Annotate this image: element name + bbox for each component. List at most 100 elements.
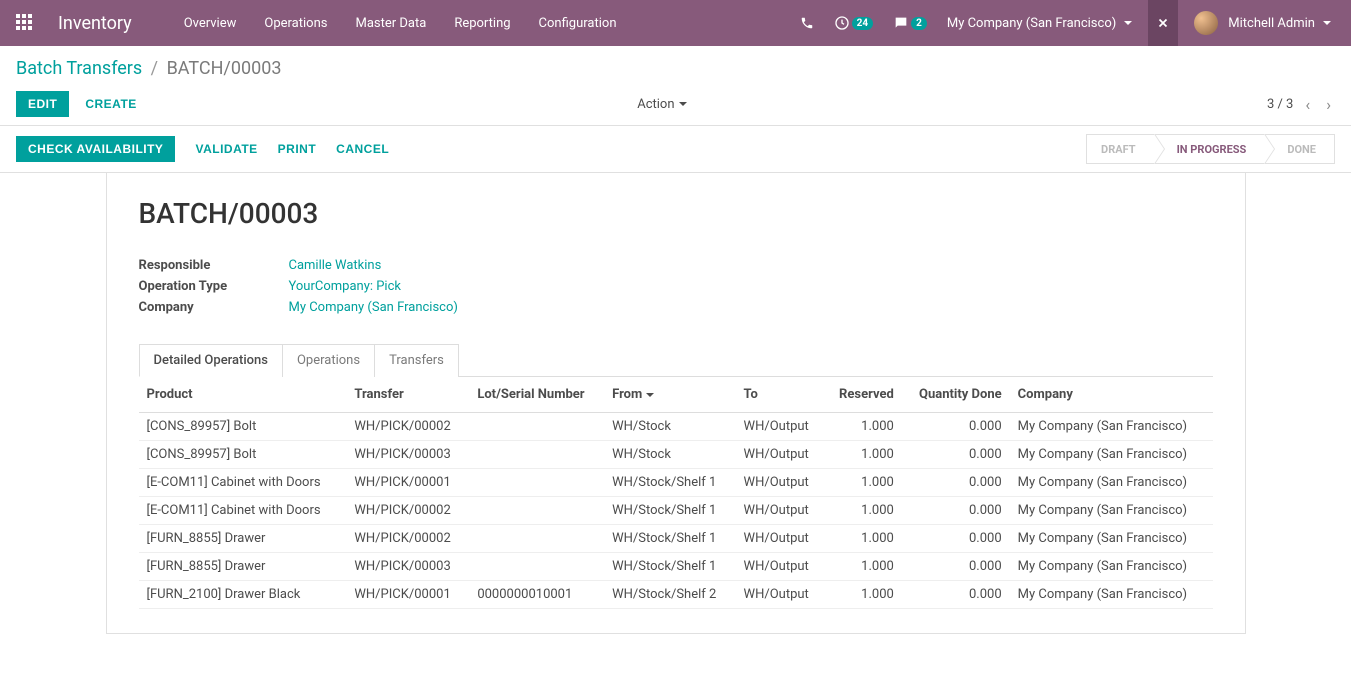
table-row[interactable]: [CONS_89957] BoltWH/PICK/00003WH/StockWH… bbox=[139, 441, 1213, 469]
debug-button[interactable] bbox=[1148, 0, 1178, 46]
cell-transfer: WH/PICK/00002 bbox=[346, 525, 469, 553]
th-product[interactable]: Product bbox=[139, 377, 347, 413]
cell-reserved: 1.000 bbox=[824, 413, 901, 441]
cell-company: My Company (San Francisco) bbox=[1010, 469, 1213, 497]
breadcrumb: Batch Transfers / BATCH/00003 bbox=[16, 58, 1335, 79]
user-name: Mitchell Admin bbox=[1228, 16, 1315, 31]
responsible-value[interactable]: Camille Watkins bbox=[289, 258, 382, 273]
cell-lot: 0000000010001 bbox=[469, 581, 604, 609]
cell-to: WH/Output bbox=[736, 441, 825, 469]
messages-button[interactable]: 2 bbox=[889, 11, 931, 35]
pager-next[interactable]: › bbox=[1322, 95, 1335, 114]
create-button[interactable]: CREATE bbox=[85, 97, 136, 111]
tab-detailed-operations[interactable]: Detailed Operations bbox=[139, 344, 283, 377]
check-availability-button[interactable]: CHECK AVAILABILITY bbox=[16, 136, 175, 162]
validate-button[interactable]: VALIDATE bbox=[195, 142, 257, 156]
clock-icon bbox=[834, 15, 850, 31]
th-qty-done[interactable]: Quantity Done bbox=[902, 377, 1010, 413]
activities-badge: 24 bbox=[852, 17, 873, 30]
table-row[interactable]: [CONS_89957] BoltWH/PICK/00002WH/StockWH… bbox=[139, 413, 1213, 441]
cell-to: WH/Output bbox=[736, 497, 825, 525]
th-reserved[interactable]: Reserved bbox=[824, 377, 901, 413]
cell-product: [E-COM11] Cabinet with Doors bbox=[139, 497, 347, 525]
messages-badge: 2 bbox=[911, 17, 927, 30]
activities-button[interactable]: 24 bbox=[830, 11, 877, 35]
menu-overview[interactable]: Overview bbox=[172, 10, 249, 37]
tab-transfers[interactable]: Transfers bbox=[374, 344, 459, 377]
th-lot[interactable]: Lot/Serial Number bbox=[469, 377, 604, 413]
cell-transfer: WH/PICK/00003 bbox=[346, 441, 469, 469]
action-label: Action bbox=[637, 97, 674, 112]
cell-qty: 0.000 bbox=[902, 413, 1010, 441]
cell-reserved: 1.000 bbox=[824, 441, 901, 469]
responsible-label: Responsible bbox=[139, 258, 289, 273]
cell-product: [FURN_8855] Drawer bbox=[139, 525, 347, 553]
cell-lot bbox=[469, 413, 604, 441]
breadcrumb-parent[interactable]: Batch Transfers bbox=[16, 58, 142, 79]
th-transfer[interactable]: Transfer bbox=[346, 377, 469, 413]
cell-company: My Company (San Francisco) bbox=[1010, 413, 1213, 441]
status-in-progress[interactable]: IN PROGRESS bbox=[1154, 134, 1265, 164]
pager-prev[interactable]: ‹ bbox=[1301, 95, 1314, 114]
user-menu[interactable]: Mitchell Admin bbox=[1190, 7, 1335, 39]
table-row[interactable]: [E-COM11] Cabinet with DoorsWH/PICK/0000… bbox=[139, 469, 1213, 497]
cell-product: [E-COM11] Cabinet with Doors bbox=[139, 469, 347, 497]
tab-operations[interactable]: Operations bbox=[282, 344, 375, 377]
cell-from: WH/Stock/Shelf 1 bbox=[604, 469, 735, 497]
action-dropdown[interactable]: Action bbox=[637, 97, 686, 112]
avatar bbox=[1194, 11, 1218, 35]
edit-button[interactable]: EDIT bbox=[16, 91, 69, 117]
cell-to: WH/Output bbox=[736, 413, 825, 441]
cell-qty: 0.000 bbox=[902, 581, 1010, 609]
company-label: Company bbox=[139, 300, 289, 315]
cell-product: [CONS_89957] Bolt bbox=[139, 413, 347, 441]
record-title: BATCH/00003 bbox=[139, 197, 1213, 230]
status-bar: CHECK AVAILABILITY VALIDATE PRINT CANCEL… bbox=[0, 126, 1351, 173]
cell-qty: 0.000 bbox=[902, 497, 1010, 525]
cell-product: [FURN_8855] Drawer bbox=[139, 553, 347, 581]
cell-reserved: 1.000 bbox=[824, 525, 901, 553]
cell-lot bbox=[469, 525, 604, 553]
cell-reserved: 1.000 bbox=[824, 497, 901, 525]
cell-product: [FURN_2100] Drawer Black bbox=[139, 581, 347, 609]
table-row[interactable]: [FURN_8855] DrawerWH/PICK/00002WH/Stock/… bbox=[139, 525, 1213, 553]
chat-icon bbox=[893, 15, 909, 31]
cell-to: WH/Output bbox=[736, 525, 825, 553]
form-sheet: BATCH/00003 Responsible Camille Watkins … bbox=[106, 172, 1246, 634]
table-row[interactable]: [E-COM11] Cabinet with DoorsWH/PICK/0000… bbox=[139, 497, 1213, 525]
cell-from: WH/Stock bbox=[604, 441, 735, 469]
cell-qty: 0.000 bbox=[902, 469, 1010, 497]
menu-master-data[interactable]: Master Data bbox=[343, 10, 438, 37]
table-row[interactable]: [FURN_2100] Drawer BlackWH/PICK/00001000… bbox=[139, 581, 1213, 609]
menu-configuration[interactable]: Configuration bbox=[527, 10, 629, 37]
status-draft[interactable]: DRAFT bbox=[1086, 134, 1154, 164]
cell-qty: 0.000 bbox=[902, 553, 1010, 581]
app-brand[interactable]: Inventory bbox=[58, 13, 132, 34]
cancel-button[interactable]: CANCEL bbox=[336, 142, 389, 156]
navbar-right: 24 2 My Company (San Francisco) Mitchell… bbox=[796, 0, 1335, 46]
company-value[interactable]: My Company (San Francisco) bbox=[289, 300, 458, 315]
company-switcher[interactable]: My Company (San Francisco) bbox=[943, 12, 1136, 35]
main-menu: Overview Operations Master Data Reportin… bbox=[172, 10, 629, 37]
th-company[interactable]: Company bbox=[1010, 377, 1213, 413]
print-button[interactable]: PRINT bbox=[278, 142, 317, 156]
company-name: My Company (San Francisco) bbox=[947, 16, 1116, 31]
cell-to: WH/Output bbox=[736, 581, 825, 609]
th-from[interactable]: From bbox=[604, 377, 735, 413]
phone-button[interactable] bbox=[796, 12, 818, 34]
cell-transfer: WH/PICK/00003 bbox=[346, 553, 469, 581]
table-row[interactable]: [FURN_8855] DrawerWH/PICK/00003 WH/Stock/… bbox=[139, 553, 1213, 581]
cell-from: WH/Stock/Shelf 1 bbox=[604, 553, 735, 581]
breadcrumb-sep: / bbox=[151, 58, 158, 79]
cell-reserved: 1.000 bbox=[824, 581, 901, 609]
status-steps: DRAFT IN PROGRESS DONE bbox=[1086, 134, 1335, 164]
apps-icon[interactable] bbox=[16, 14, 34, 32]
operation-type-value[interactable]: YourCompany: Pick bbox=[289, 279, 402, 294]
cell-lot bbox=[469, 441, 604, 469]
cell-from: WH/Stock/Shelf 1 bbox=[604, 497, 735, 525]
breadcrumb-current: BATCH/00003 bbox=[167, 58, 282, 79]
menu-operations[interactable]: Operations bbox=[252, 10, 339, 37]
menu-reporting[interactable]: Reporting bbox=[442, 10, 522, 37]
th-to[interactable]: To bbox=[736, 377, 825, 413]
cell-reserved: 1.000 bbox=[824, 469, 901, 497]
